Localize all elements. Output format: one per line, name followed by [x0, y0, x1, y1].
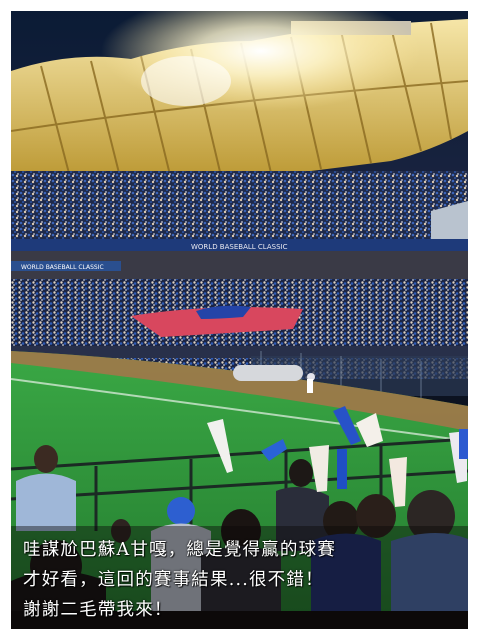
caption-line-1: 哇謀尬巴蘇A甘嘎，總是覺得贏的球賽 [23, 540, 337, 560]
caption-overlay: 哇謀尬巴蘇A甘嘎，總是覺得贏的球賽 才好看，這回的賽事結果...很不錯！ 謝謝二… [11, 526, 468, 629]
tarp-roll [233, 365, 303, 381]
upper-crowd [11, 171, 468, 241]
lower-banner-text: WORLD BASEBALL CLASSIC [21, 264, 104, 271]
caption-line-2: 才好看，這回的賽事結果...很不錯！ [23, 570, 324, 590]
caption-line-3: 謝謝二毛帶我來！ [23, 600, 173, 620]
upper-banner-text: WORLD BASEBALL CLASSIC [191, 243, 288, 251]
photo-frame: WORLD BASEBALL CLASSIC WORLD BASEBALL CL… [11, 11, 468, 629]
